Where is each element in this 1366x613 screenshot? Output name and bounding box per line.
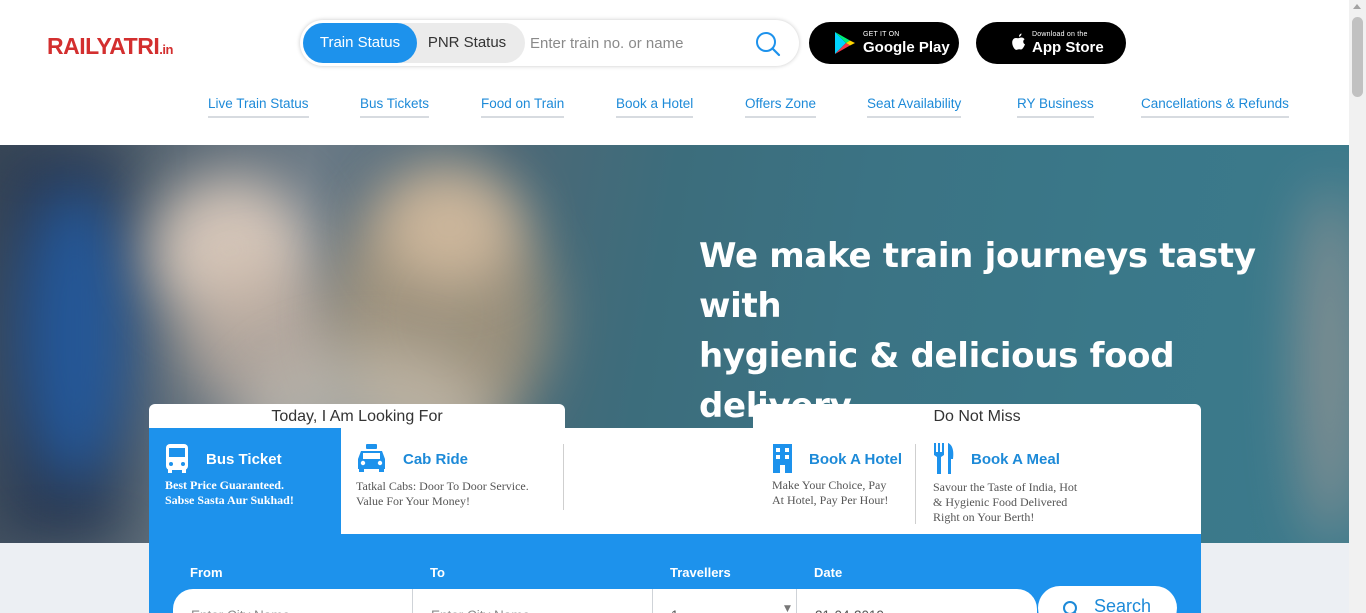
- train-search-input[interactable]: [530, 29, 740, 57]
- apple-icon: [1012, 33, 1025, 50]
- divider: [563, 444, 564, 510]
- app-store-button[interactable]: Download on the App Store: [976, 22, 1126, 64]
- booking-options-panel: Bus Ticket Best Price Guaranteed. Sabse …: [149, 428, 1201, 534]
- bus-ticket-desc-1: Best Price Guaranteed.: [165, 478, 284, 492]
- book-meal-desc-3: Right on Your Berth!: [933, 510, 1035, 524]
- bus-search-form: From To Travellers Date ▼ Search: [149, 534, 1201, 613]
- book-meal-title: Book A Meal: [971, 451, 1060, 468]
- looking-for-header: Today, I Am Looking For: [149, 404, 565, 430]
- bus-ticket-title: Bus Ticket: [206, 451, 282, 468]
- hero-blur-shape: [20, 185, 130, 485]
- hero-headline: We make train journeys tasty with hygien…: [699, 231, 1339, 431]
- scrollbar-thumb[interactable]: [1352, 17, 1363, 97]
- book-meal-desc-2: & Hygienic Food Delivered: [933, 495, 1068, 509]
- to-city-input[interactable]: [413, 589, 653, 613]
- nav-food-on-train[interactable]: Food on Train: [481, 96, 565, 118]
- app-store-small-text: Download on the: [1032, 31, 1088, 38]
- bus-ticket-desc-2: Sabse Sasta Aur Sukhad!: [165, 493, 294, 507]
- nav-bus-tickets[interactable]: Bus Tickets: [360, 96, 430, 118]
- travellers-select[interactable]: [653, 589, 797, 613]
- divider: [915, 444, 916, 524]
- from-label: From: [190, 565, 223, 580]
- app-store-label: App Store: [1032, 39, 1104, 56]
- nav-cancellations-refunds[interactable]: Cancellations & Refunds: [1141, 96, 1289, 118]
- hero-headline-line-1: We make train journeys tasty with: [699, 236, 1256, 326]
- date-label: Date: [814, 565, 843, 580]
- nav-book-a-hotel[interactable]: Book a Hotel: [616, 96, 694, 118]
- bus-icon: [166, 444, 188, 473]
- do-not-miss-header: Do Not Miss: [753, 404, 1201, 430]
- taxi-icon: [358, 444, 385, 472]
- book-hotel-title: Book A Hotel: [809, 451, 903, 468]
- google-play-label: Google Play: [863, 39, 950, 56]
- logo-text: RAILYATRI: [47, 33, 160, 59]
- page-scrollbar[interactable]: [1349, 0, 1366, 613]
- search-icon: [1063, 601, 1077, 613]
- logo-extension: .in: [159, 42, 173, 57]
- hotel-building-icon: [773, 444, 792, 473]
- tab-pnr-status[interactable]: PNR Status: [417, 23, 517, 63]
- google-play-icon: [835, 32, 855, 54]
- scroll-up-arrow-icon[interactable]: [1353, 4, 1361, 9]
- tab-train-status[interactable]: Train Status: [303, 23, 417, 63]
- book-meal-desc-1: Savour the Taste of India, Hot: [933, 480, 1078, 494]
- search-button-label: Search: [1094, 596, 1152, 613]
- google-play-button[interactable]: GET IT ON Google Play: [809, 22, 959, 64]
- cab-ride-title: Cab Ride: [403, 451, 469, 468]
- date-input[interactable]: [797, 589, 1037, 613]
- search-icon[interactable]: [754, 30, 782, 58]
- site-header: RAILYATRI.in Train Status PNR Status GET…: [0, 0, 1349, 145]
- cab-ride-desc-2: Value For Your Money!: [356, 494, 470, 508]
- option-cab-ride[interactable]: Cab Ride Tatkal Cabs: Door To Door Servi…: [341, 428, 565, 534]
- nav-offers-zone[interactable]: Offers Zone: [745, 96, 817, 118]
- to-label: To: [430, 565, 445, 580]
- nav-live-train-status[interactable]: Live Train Status: [208, 96, 309, 118]
- from-city-input[interactable]: [173, 589, 413, 613]
- chevron-down-icon: ▼: [784, 604, 791, 613]
- fork-knife-icon: [934, 443, 954, 474]
- railyatri-logo[interactable]: RAILYATRI.in: [47, 33, 173, 60]
- travellers-label: Travellers: [670, 565, 731, 580]
- google-play-small-text: GET IT ON: [863, 31, 900, 38]
- nav-seat-availability[interactable]: Seat Availability: [867, 96, 962, 118]
- option-bus-ticket[interactable]: Bus Ticket Best Price Guaranteed. Sabse …: [149, 428, 341, 534]
- option-book-hotel[interactable]: Book A Hotel Make Your Choice, Pay At Ho…: [753, 428, 913, 534]
- search-button[interactable]: Search: [1038, 586, 1177, 613]
- book-hotel-desc-1: Make Your Choice, Pay: [772, 478, 887, 492]
- cab-ride-desc-1: Tatkal Cabs: Door To Door Service.: [356, 479, 529, 493]
- option-book-meal[interactable]: Book A Meal Savour the Taste of India, H…: [917, 428, 1201, 534]
- nav-ry-business[interactable]: RY Business: [1017, 96, 1094, 118]
- hero-blur-shape: [380, 165, 520, 285]
- train-status-search: Train Status PNR Status: [300, 20, 799, 66]
- book-hotel-desc-2: At Hotel, Pay Per Hour!: [772, 493, 889, 507]
